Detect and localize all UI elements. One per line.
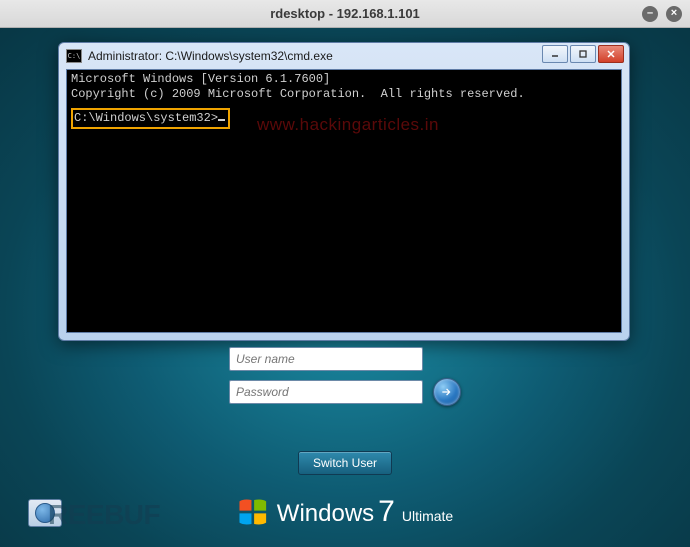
password-row (229, 378, 461, 406)
brand-windows: Windows (277, 500, 374, 528)
cmd-titlebar[interactable]: C:\ Administrator: C:\Windows\system32\c… (66, 43, 622, 69)
username-row (229, 347, 461, 371)
cmd-prompt: C:\Windows\system32> (74, 111, 218, 125)
windows-branding-text: Windows7 Ultimate (277, 495, 453, 529)
cmd-terminal-body[interactable]: Microsoft Windows [Version 6.1.7600] Cop… (66, 69, 622, 333)
brand-seven: 7 (378, 495, 395, 529)
cmd-cursor (218, 119, 225, 121)
windows-logo-icon (237, 496, 269, 528)
login-submit-button[interactable] (433, 378, 461, 406)
cmd-minimize-button[interactable] (542, 45, 568, 63)
cmd-app-icon: C:\ (66, 49, 82, 63)
cmd-window-title: Administrator: C:\Windows\system32\cmd.e… (88, 49, 333, 63)
switch-user-button[interactable]: Switch User (298, 451, 392, 475)
cmd-window-controls (542, 45, 624, 63)
cmd-window: C:\ Administrator: C:\Windows\system32\c… (58, 42, 630, 341)
gnome-titlebar: rdesktop - 192.168.1.101 – × (0, 0, 690, 28)
close-icon[interactable]: × (666, 6, 682, 22)
gnome-window-controls: – × (642, 6, 682, 22)
rdesktop-session: C:\ Administrator: C:\Windows\system32\c… (0, 28, 690, 547)
username-input[interactable] (229, 347, 423, 371)
cmd-maximize-button[interactable] (570, 45, 596, 63)
cmd-close-button[interactable] (598, 45, 624, 63)
page-watermark: REEBUF (48, 499, 160, 531)
gnome-window-title: rdesktop - 192.168.1.101 (270, 6, 420, 21)
cmd-output-line: Copyright (c) 2009 Microsoft Corporation… (71, 87, 525, 101)
arrow-right-icon (440, 385, 454, 399)
login-form (0, 347, 690, 406)
cmd-prompt-highlight: C:\Windows\system32> (71, 108, 230, 129)
cmd-output-line: Microsoft Windows [Version 6.1.7600] (71, 72, 330, 86)
switch-user-container: Switch User (298, 451, 392, 475)
watermark-text: www.hackingarticles.in (257, 114, 439, 135)
minimize-icon[interactable]: – (642, 6, 658, 22)
brand-edition: Ultimate (402, 508, 453, 524)
windows-branding: Windows7 Ultimate (237, 495, 453, 529)
password-input[interactable] (229, 380, 423, 404)
